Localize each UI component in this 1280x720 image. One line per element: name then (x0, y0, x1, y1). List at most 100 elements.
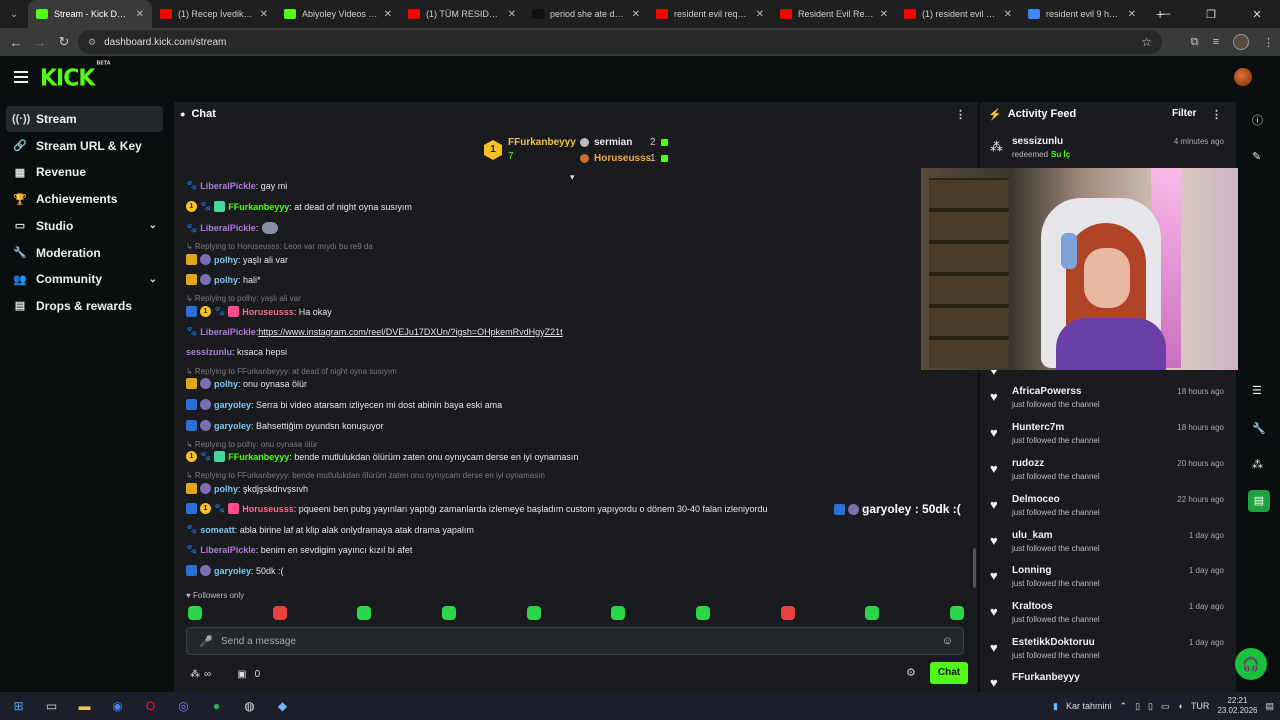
browser-tab[interactable]: (1) TÜM RESIDENT EV ✕ (400, 0, 524, 28)
media-icon[interactable]: ≡ (1213, 36, 1219, 48)
layers-icon[interactable]: ☰ (1252, 384, 1262, 397)
obs-icon[interactable]: ◍ (233, 699, 266, 713)
emote-icon[interactable] (441, 606, 456, 620)
browser-menu-icon[interactable]: ⋮ (1263, 36, 1274, 49)
points-icon[interactable]: ⁂ (190, 669, 200, 680)
file-explorer-icon[interactable]: ▬ (68, 699, 101, 713)
feed-options-icon[interactable]: ⋮ (1211, 108, 1222, 121)
hamburger-menu-icon[interactable] (14, 71, 28, 86)
chat-username[interactable]: polhy (214, 255, 238, 265)
pinned-collapse-icon[interactable]: ▾ (570, 172, 575, 183)
microphone-icon[interactable]: 🎤 (199, 635, 213, 648)
restore-icon[interactable]: ❐ (1188, 8, 1234, 21)
emote-icon[interactable] (780, 606, 795, 620)
chat-username[interactable]: polhy (214, 275, 238, 285)
tab-close-icon[interactable]: ✕ (1128, 9, 1136, 20)
url-input[interactable]: ⚙ dashboard.kick.com/stream ☆ (78, 30, 1162, 54)
chat-username[interactable]: LiberalPickle (200, 327, 256, 337)
language-label[interactable]: TUR (1191, 701, 1210, 711)
chat-username[interactable]: garyoley (214, 400, 251, 410)
browser-tab[interactable]: resident evil 9 how m ✕ (1020, 0, 1144, 28)
feed-item[interactable]: ♥ Hunterc7m just followed the channel 18 ho… (990, 422, 1226, 452)
emote-icon[interactable] (865, 606, 880, 620)
tab-search-icon[interactable]: ⌄ (0, 0, 28, 28)
sidebar-item[interactable]: 🏆 Achievements (6, 186, 163, 212)
tray-chevron-icon[interactable]: ⌃ (1120, 701, 1128, 712)
tab-close-icon[interactable]: ✕ (880, 9, 888, 20)
emote-icon[interactable] (949, 606, 964, 620)
opera-icon[interactable]: O (134, 699, 167, 713)
emote-icon[interactable] (272, 606, 287, 620)
back-icon[interactable]: ← (4, 35, 28, 50)
support-headset-icon[interactable]: 🎧 (1235, 648, 1267, 680)
task-view-icon[interactable]: ▭ (35, 699, 68, 713)
browser-tab[interactable]: Stream - Kick Dashboard ✕ (28, 0, 152, 28)
tab-close-icon[interactable]: ✕ (384, 9, 392, 20)
sidebar-item[interactable]: ((·)) Stream (6, 106, 163, 132)
chevron-down-icon[interactable]: ⌄ (149, 274, 157, 285)
feed-item[interactable]: ♥ Kraltoos just followed the channel 1 day … (990, 601, 1226, 631)
chat-username[interactable]: garyoley (214, 421, 251, 431)
chat-username[interactable]: FFurkanbeyyy (228, 452, 289, 462)
feed-item[interactable]: ♥ Delmoceo just followed the channel 22 hou… (990, 494, 1226, 524)
sidebar-item[interactable]: ▦ Revenue (6, 159, 163, 185)
nodes-icon[interactable]: ⁂ (1252, 458, 1263, 471)
browser-tab[interactable]: (1) Recep İvedik'in Pa ✕ (152, 0, 276, 28)
sidebar-item[interactable]: 🔧 Moderation (6, 240, 163, 266)
clock[interactable]: 22:21 23.02.2026 (1217, 696, 1257, 716)
tab-close-icon[interactable]: ✕ (632, 9, 640, 20)
chat-username[interactable]: Horuseusss (242, 504, 294, 514)
extensions-icon[interactable]: ⧉ (1191, 36, 1199, 49)
chat-username[interactable]: garyoley (214, 566, 251, 576)
chat-username[interactable]: polhy (214, 484, 238, 494)
network-icon[interactable]: ▭ (1161, 701, 1170, 712)
chat-username[interactable]: sessizunlu (186, 347, 232, 357)
filter-button[interactable]: Filter (1172, 108, 1196, 119)
chat-scrollbar[interactable] (973, 548, 976, 588)
emote-icon[interactable] (611, 606, 626, 620)
tab-close-icon[interactable]: ✕ (260, 9, 268, 20)
chat-input[interactable]: 🎤 Send a message ☺ (186, 627, 964, 655)
tab-close-icon[interactable]: ✕ (508, 9, 516, 20)
steam-icon[interactable]: ◆ (266, 699, 299, 713)
reload-icon[interactable]: ↻ (52, 34, 76, 50)
feed-item[interactable]: ⁂ sessizunlu redeemed Su İç 4 minutes ago (990, 136, 1226, 166)
feed-item[interactable]: ♥ EstetikkDoktoruu just followed the chann… (990, 637, 1226, 667)
chat-username[interactable]: someatt (200, 525, 235, 535)
spotify-icon[interactable]: ● (200, 699, 233, 713)
minimize-icon[interactable]: — (1142, 8, 1188, 20)
sidebar-item[interactable]: ▭ Studio ⌄ (6, 213, 163, 239)
wrench-icon[interactable]: 🔧 (1252, 422, 1266, 435)
emote-icon[interactable] (526, 606, 541, 620)
leaderboard-top-name[interactable]: FFurkanbeyyy (508, 137, 576, 148)
sidebar-item[interactable]: ▤ Drops & rewards (6, 293, 163, 319)
weather-text[interactable]: Kar tahmini (1066, 701, 1112, 711)
leaderboard-row[interactable]: Horuseusss 1 (580, 153, 680, 164)
close-window-icon[interactable]: ✕ (1234, 8, 1280, 21)
chat-link[interactable]: https://www.instagram.com/reel/DVEJu17DX… (258, 327, 562, 337)
sidebar-item[interactable]: 👥 Community ⌄ (6, 266, 163, 292)
browser-tab[interactable]: Abiyoley Videos - Wa ✕ (276, 0, 400, 28)
emote-icon[interactable] (357, 606, 372, 620)
browser-tab[interactable]: period she ate down ✕ (524, 0, 648, 28)
tab-close-icon[interactable]: ✕ (136, 9, 144, 20)
chat-username[interactable]: LiberalPickle (200, 181, 256, 191)
profile-avatar[interactable] (1233, 34, 1249, 50)
forward-icon[interactable]: → (28, 35, 52, 50)
kick-logo[interactable]: KICKBETA (40, 60, 111, 92)
browser-tab[interactable]: (1) resident evil 9 - Y ✕ (896, 0, 1020, 28)
chrome-icon[interactable]: ◉ (101, 699, 134, 713)
discord-icon[interactable]: ◎ (167, 699, 200, 713)
browser-tab[interactable]: Resident Evil Requiem ✕ (772, 0, 896, 28)
sidebar-item[interactable]: 🔗 Stream URL & Key (6, 133, 163, 159)
browser-tab[interactable]: resident evil requiem ✕ (648, 0, 772, 28)
chat-username[interactable]: polhy (214, 379, 238, 389)
info-icon[interactable]: ⓘ (1252, 112, 1263, 128)
emote-icon[interactable] (188, 606, 202, 620)
emoji-picker-icon[interactable]: ☺ (942, 635, 953, 647)
chat-username[interactable]: FFurkanbeyyy (228, 202, 289, 212)
gift-box-icon[interactable]: ▣ (237, 669, 246, 680)
windows-start-icon[interactable]: ⊞ (2, 699, 35, 713)
tab-close-icon[interactable]: ✕ (756, 9, 764, 20)
feed-item[interactable]: ♥ rudozz just followed the channel 20 hours… (990, 458, 1226, 488)
